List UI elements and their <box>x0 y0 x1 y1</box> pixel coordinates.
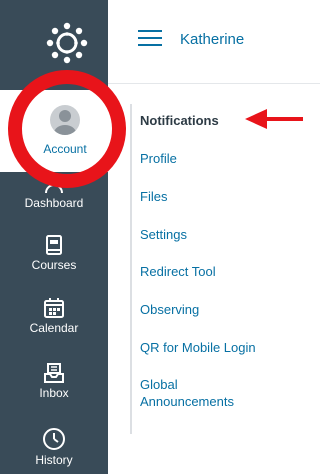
nav-item-label: Courses <box>31 258 77 272</box>
submenu-item-notifications[interactable]: Notifications <box>140 112 219 129</box>
nav-item-account-label: Account <box>43 142 87 156</box>
annotation-arrow-icon <box>245 109 303 129</box>
nav-item-label: Calendar <box>29 321 79 335</box>
nav-item-label: Dashboard <box>24 196 84 210</box>
book-icon <box>46 235 62 255</box>
account-submenu: Notifications Profile Files Settings Red… <box>130 104 320 434</box>
submenu-item-global-announcements[interactable]: Global Announcements <box>140 376 260 410</box>
calendar-icon <box>44 298 64 318</box>
submenu-item-profile[interactable]: Profile <box>140 150 177 167</box>
submenu-item-settings[interactable]: Settings <box>140 226 187 243</box>
submenu-item-redirect-tool[interactable]: Redirect Tool <box>140 263 216 280</box>
nav-item-courses[interactable]: Courses <box>0 234 108 272</box>
inbox-icon <box>44 363 64 383</box>
nav-item-account[interactable]: Account <box>0 90 130 172</box>
header: Katherine <box>108 0 320 84</box>
nav-item-calendar[interactable]: Calendar <box>0 297 108 335</box>
submenu-item-qr-mobile-login[interactable]: QR for Mobile Login <box>140 339 256 356</box>
header-user-name[interactable]: Katherine <box>180 31 244 48</box>
clock-icon <box>43 428 65 450</box>
nav-item-label: Inbox <box>39 386 69 400</box>
nav-item-label: History <box>35 453 73 467</box>
nav-item-inbox[interactable]: Inbox <box>0 362 108 400</box>
global-nav: Account Dashboard Courses Calendar Inbox… <box>0 0 130 474</box>
app: Account Dashboard Courses Calendar Inbox… <box>0 0 320 474</box>
hamburger-menu-icon[interactable] <box>138 30 162 46</box>
nav-item-history[interactable]: History <box>0 427 108 467</box>
user-icon <box>54 110 76 135</box>
submenu-item-files[interactable]: Files <box>140 188 167 205</box>
avatar <box>50 105 80 135</box>
submenu-item-observing[interactable]: Observing <box>140 301 199 318</box>
nav-item-dashboard[interactable]: Dashboard <box>0 182 108 210</box>
dashboard-icon <box>45 184 63 194</box>
canvas-logo-icon[interactable] <box>46 22 88 64</box>
